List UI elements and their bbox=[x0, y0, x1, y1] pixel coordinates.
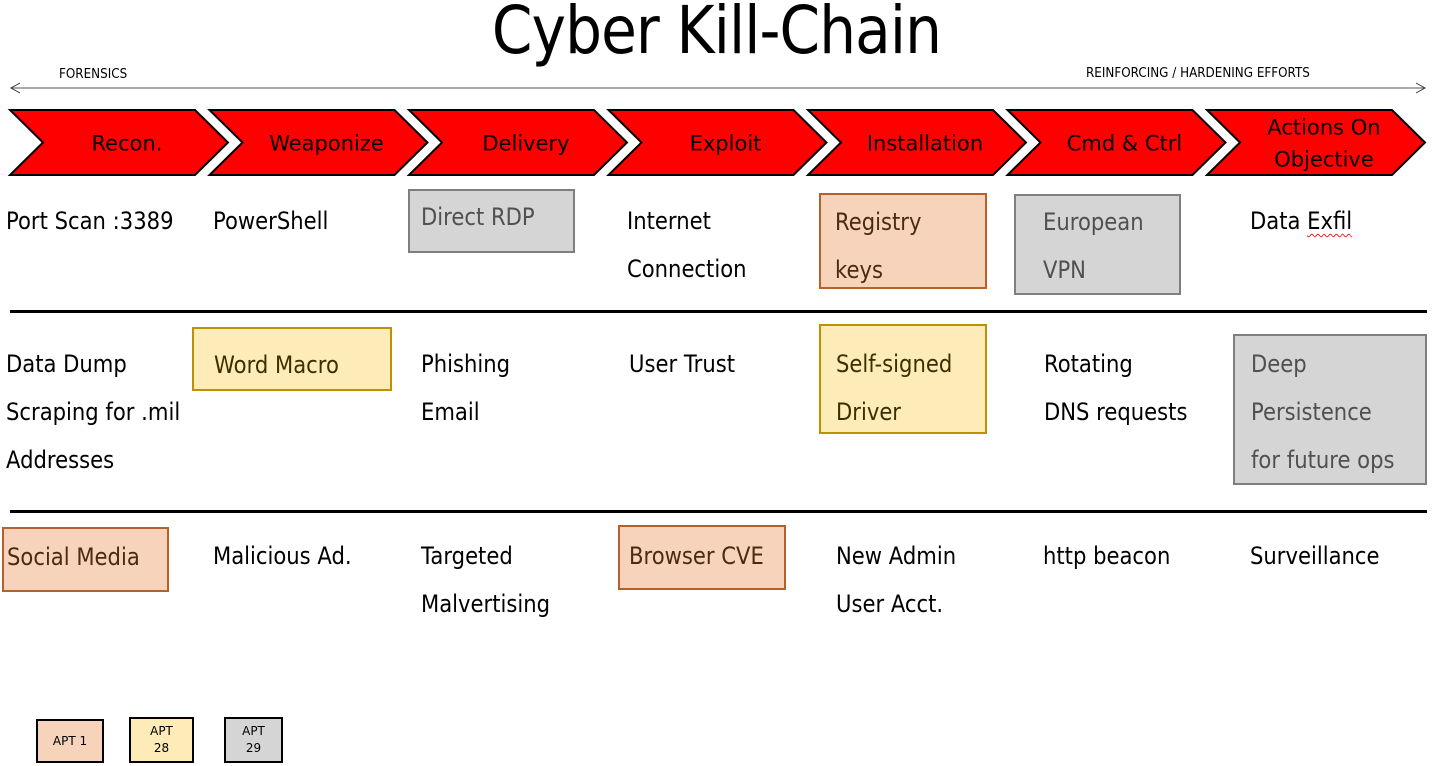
legend-apt28: APT 28 bbox=[129, 717, 194, 763]
cell-browser-cve: Browser CVE bbox=[618, 525, 786, 590]
cell-http-beacon: http beacon bbox=[1043, 542, 1171, 570]
phase-label: Cmd & Ctrl bbox=[1067, 132, 1183, 156]
cell-user-trust: User Trust bbox=[629, 350, 736, 378]
cell-surveillance: Surveillance bbox=[1250, 542, 1380, 570]
cell-powershell: PowerShell bbox=[213, 207, 329, 235]
legend-apt29: APT 29 bbox=[224, 717, 283, 763]
timeline-arrow bbox=[9, 82, 1427, 94]
phase-chevron: Recon. bbox=[7, 109, 230, 176]
cell-targeted-malvertising: Targeted Malvertising bbox=[421, 542, 551, 618]
forensics-label: FORENSICS bbox=[59, 67, 128, 82]
phase-label: Delivery bbox=[482, 132, 569, 156]
phase-chevron: Actions On Objective bbox=[1204, 109, 1427, 176]
cell-new-admin: New Admin User Acct. bbox=[836, 542, 957, 618]
cell-data-dump: Data Dump Scraping for .mil Addresses bbox=[6, 350, 181, 474]
cell-self-signed-driver: Self-signed Driver bbox=[819, 324, 987, 434]
spellcheck-underline: Exfil bbox=[1307, 207, 1353, 235]
legend-apt1: APT 1 bbox=[36, 719, 104, 763]
cell-word-macro: Word Macro bbox=[192, 327, 392, 391]
row-divider-2 bbox=[10, 510, 1427, 513]
cell-deep-persistence: Deep Persistence for future ops bbox=[1233, 334, 1427, 485]
phase-chevron: Delivery bbox=[406, 109, 629, 176]
cell-data-exfil: Data Exfil bbox=[1250, 207, 1353, 235]
cell-phishing-email: Phishing Email bbox=[421, 350, 511, 426]
phase-chevron: Cmd & Ctrl bbox=[1005, 109, 1227, 176]
cell-european-vpn: European VPN bbox=[1014, 194, 1181, 295]
hardening-label: REINFORCING / HARDENING EFFORTS bbox=[1086, 66, 1310, 81]
cell-social-media: Social Media bbox=[2, 527, 169, 592]
phase-label: Actions On bbox=[1267, 116, 1380, 140]
row-divider-1 bbox=[10, 310, 1427, 313]
cell-port-scan: Port Scan :3389 bbox=[6, 207, 174, 235]
phase-label: Exploit bbox=[690, 132, 762, 156]
phase-chevron: Weaponize bbox=[207, 109, 429, 176]
phase-chevron: Installation bbox=[805, 109, 1028, 176]
phase-label: Objective bbox=[1274, 148, 1374, 172]
cell-malicious-ad: Malicious Ad. bbox=[213, 542, 352, 570]
cell-internet-connection: Internet Connection bbox=[627, 207, 747, 283]
kill-chain-diagram: Recon. Weaponize Delivery Exploit Installati… bbox=[7, 82, 1427, 176]
cell-registry-keys: Registry keys bbox=[819, 193, 987, 289]
cell-rotating-dns: Rotating DNS requests bbox=[1044, 350, 1188, 426]
phase-label: Installation bbox=[867, 132, 983, 156]
phase-chevron: Exploit bbox=[606, 109, 828, 176]
cell-direct-rdp: Direct RDP bbox=[408, 189, 575, 253]
phase-label: Recon. bbox=[92, 132, 163, 156]
phase-label: Weaponize bbox=[269, 132, 384, 156]
